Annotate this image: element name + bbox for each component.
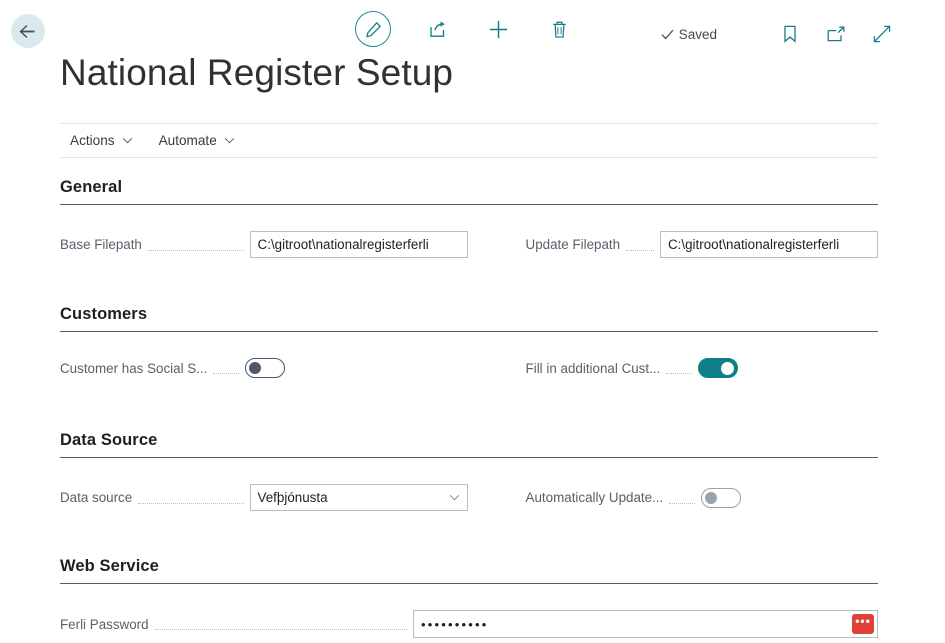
fill-additional-label: Fill in additional Cust...: [525, 360, 661, 376]
bookmark-icon: [784, 25, 796, 43]
dotted-leader: [666, 360, 693, 374]
section-web-service-title: Web Service: [60, 557, 159, 575]
trash-icon: [552, 21, 566, 38]
web-service-row-1: Ferli Password •••••••••• •••: [60, 610, 878, 638]
dotted-leader: [669, 490, 696, 504]
dotted-leader: [213, 360, 240, 374]
open-in-new-window-button[interactable]: [821, 19, 851, 49]
dotted-leader: [138, 490, 244, 504]
fill-additional-toggle[interactable]: [698, 358, 739, 378]
share-button[interactable]: [422, 14, 452, 44]
edit-button[interactable]: [355, 11, 391, 47]
ferli-password-value: ••••••••••: [421, 616, 489, 632]
assist-edit-button[interactable]: •••: [852, 614, 874, 634]
data-source-value: Vefþjónusta: [257, 490, 328, 505]
data-source-label: Data source: [60, 490, 133, 505]
automate-menu[interactable]: Automate: [157, 130, 237, 151]
expand-diagonal-icon: [873, 25, 891, 43]
back-button[interactable]: [11, 14, 45, 48]
toggle-knob: [705, 491, 718, 504]
section-data-source-title: Data Source: [60, 431, 158, 449]
section-divider: [60, 331, 878, 332]
status-and-window-controls: Saved: [661, 19, 897, 49]
chevron-down-icon: [224, 137, 234, 144]
section-divider: [60, 583, 878, 584]
open-new-window-icon: [827, 26, 845, 41]
arrow-left-icon: [19, 24, 34, 38]
field-fill-additional: Fill in additional Cust...: [468, 358, 878, 378]
section-customers: Customers Customer has Social S... Fill …: [60, 305, 878, 378]
command-icon-group: [355, 11, 574, 47]
dotted-leader: [147, 237, 244, 251]
toggle-knob: [721, 362, 735, 375]
expand-button[interactable]: [867, 19, 897, 49]
update-filepath-label: Update Filepath: [525, 237, 621, 252]
dotted-leader: [154, 616, 407, 630]
general-row-1: Base Filepath C:\gitroot\nationalregiste…: [60, 231, 878, 258]
customers-row-1: Customer has Social S... Fill in additio…: [60, 358, 878, 378]
bookmark-button[interactable]: [775, 19, 805, 49]
pencil-icon: [365, 21, 381, 37]
section-web-service: Web Service Ferli Password •••••••••• ••…: [60, 557, 878, 638]
checkmark-icon: [661, 29, 674, 39]
chevron-down-icon: [449, 494, 459, 501]
update-filepath-input[interactable]: C:\gitroot\nationalregisterferli: [660, 231, 878, 258]
field-update-filepath: Update Filepath C:\gitroot\nationalregis…: [468, 231, 878, 258]
ferli-password-label: Ferli Password: [60, 616, 149, 632]
section-customers-title: Customers: [60, 305, 148, 323]
action-bar: Actions Automate: [60, 123, 878, 158]
section-general: General Base Filepath C:\gitroot\nationa…: [60, 178, 878, 258]
auto-update-toggle[interactable]: [701, 487, 742, 508]
plus-icon: [489, 20, 507, 38]
dotted-leader: [626, 237, 654, 251]
data-source-select[interactable]: Vefþjónusta: [249, 484, 468, 511]
share-icon: [429, 21, 445, 37]
toggle-knob: [249, 362, 262, 374]
page-title: National Register Setup: [60, 52, 454, 93]
section-divider: [60, 204, 878, 205]
actions-menu-label: Actions: [70, 133, 115, 148]
delete-button[interactable]: [544, 14, 574, 44]
base-filepath-input[interactable]: C:\gitroot\nationalregisterferli: [249, 231, 468, 258]
field-data-source: Data source Vefþjónusta: [60, 484, 468, 511]
saved-label: Saved: [678, 26, 717, 42]
section-general-title: General: [60, 178, 123, 196]
section-divider: [60, 457, 878, 458]
data-source-row-1: Data source Vefþjónusta Automatically Up…: [60, 484, 878, 511]
base-filepath-label: Base Filepath: [60, 237, 142, 252]
ferli-password-input[interactable]: •••••••••• •••: [413, 610, 878, 638]
field-auto-update: Automatically Update...: [468, 484, 878, 511]
section-data-source: Data Source Data source Vefþjónusta Auto…: [60, 431, 878, 511]
customer-has-social-toggle[interactable]: [245, 358, 286, 378]
auto-update-label: Automatically Update...: [525, 490, 664, 505]
chevron-down-icon: [122, 137, 132, 144]
field-base-filepath: Base Filepath C:\gitroot\nationalregiste…: [60, 231, 468, 258]
automate-menu-label: Automate: [158, 133, 217, 148]
field-customer-has-social: Customer has Social S...: [60, 358, 468, 378]
assist-edit-label: •••: [855, 614, 871, 628]
customer-has-social-label: Customer has Social S...: [60, 360, 208, 376]
field-ferli-password: Ferli Password •••••••••• •••: [60, 610, 878, 638]
new-button[interactable]: [483, 14, 513, 44]
status-badge: Saved: [661, 27, 717, 42]
actions-menu[interactable]: Actions: [68, 130, 135, 151]
